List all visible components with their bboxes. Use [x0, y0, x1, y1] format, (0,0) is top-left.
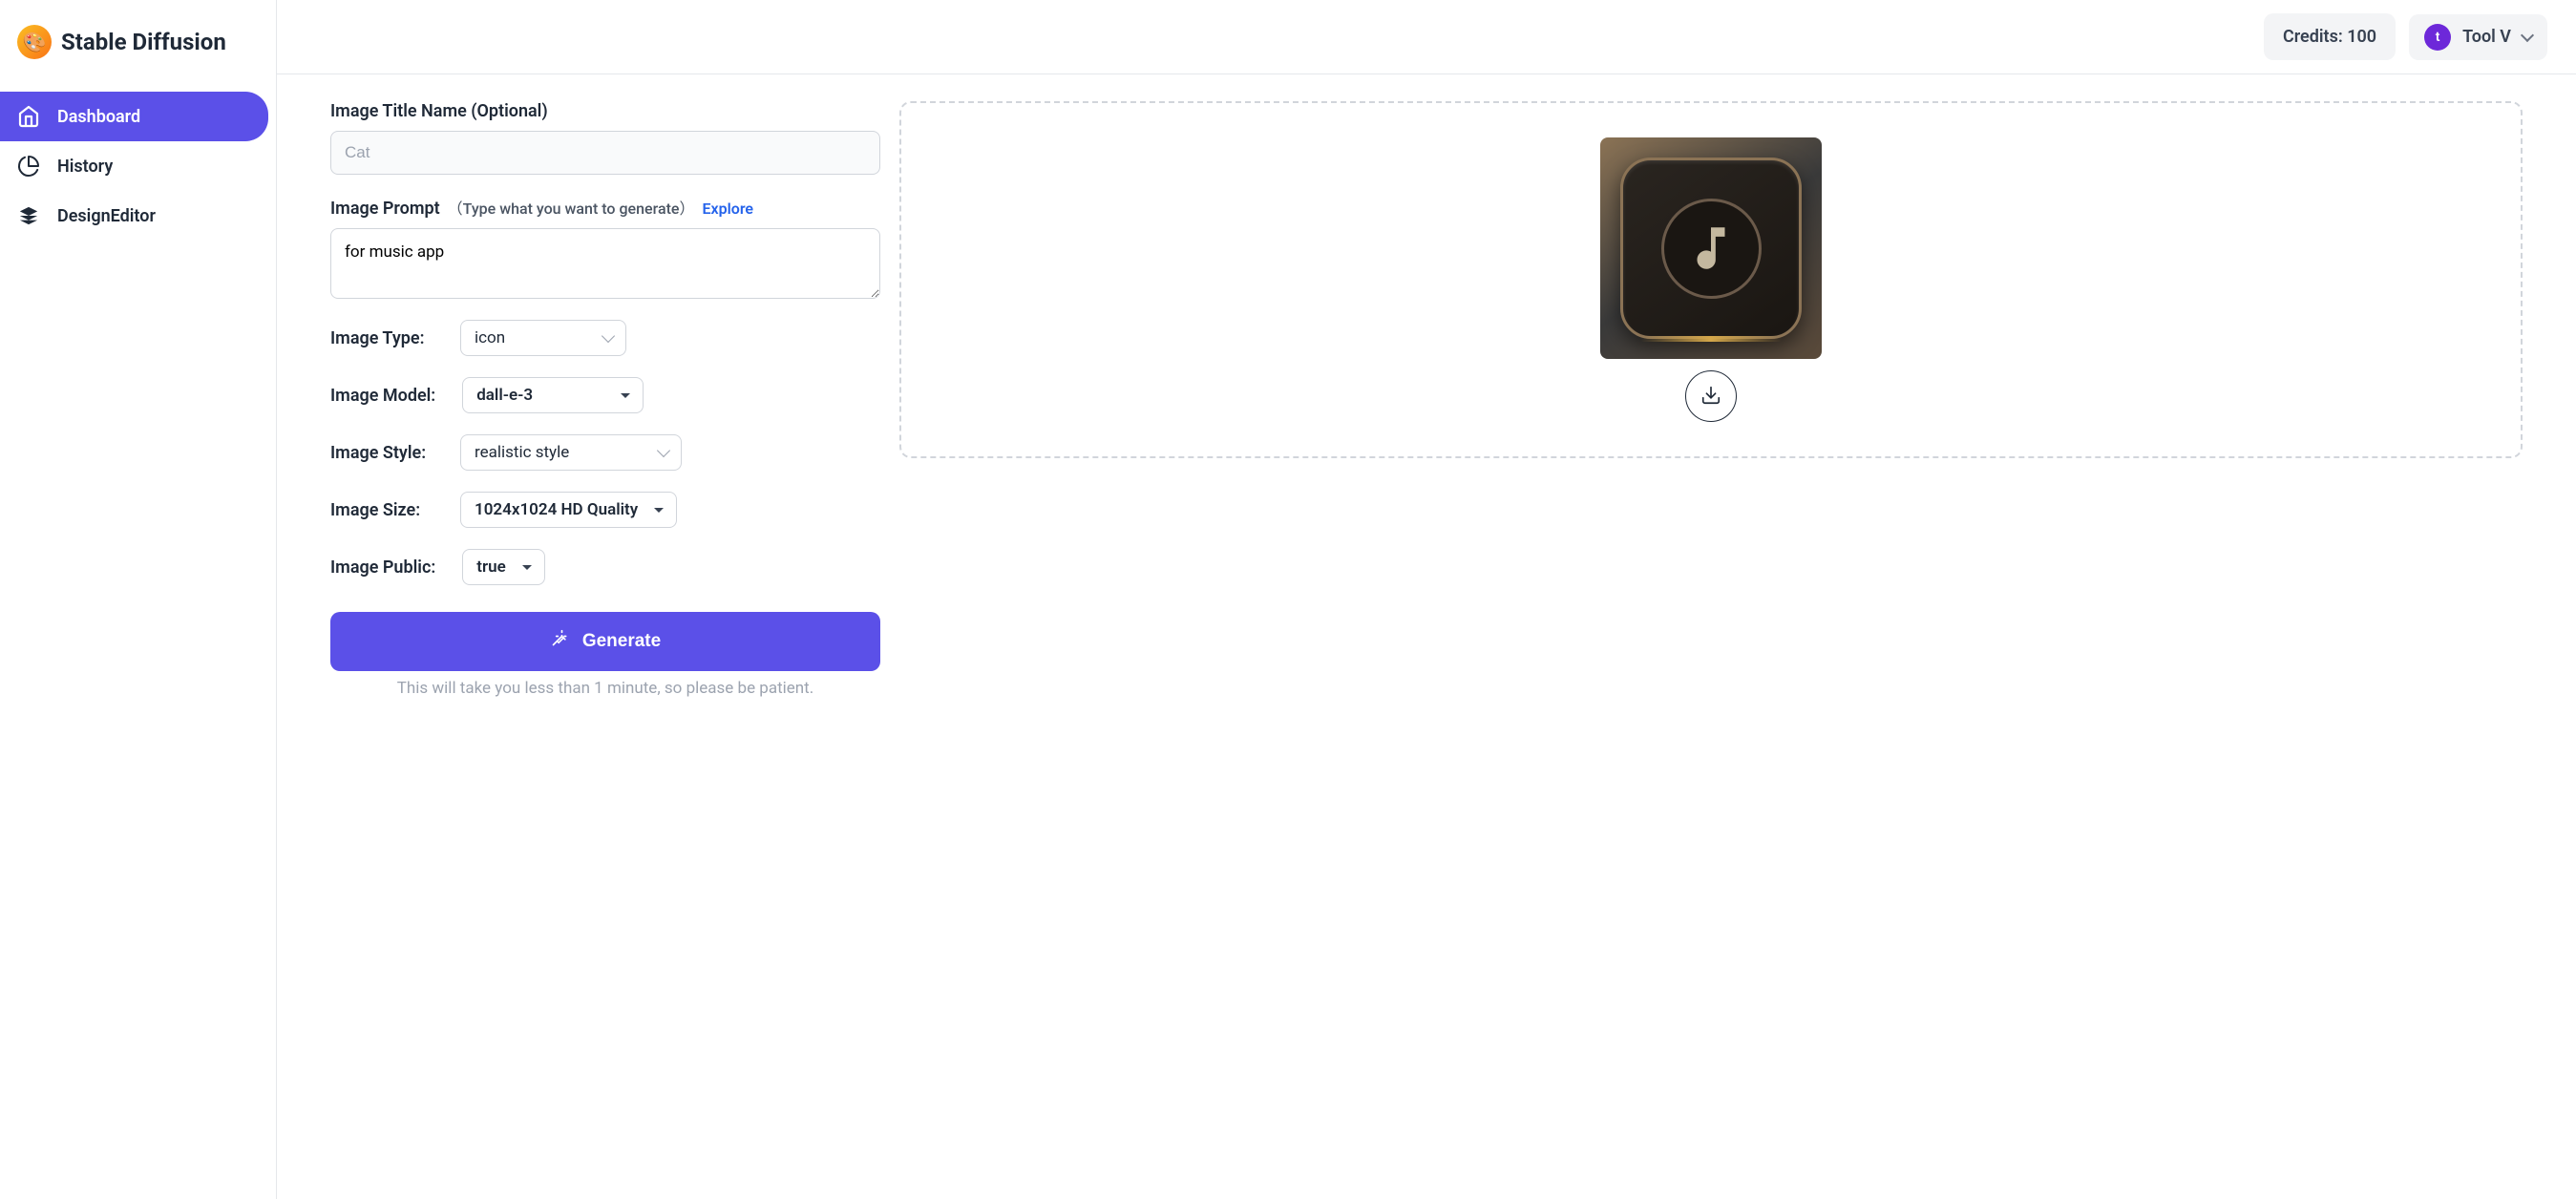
type-label: Image Type:	[330, 328, 433, 348]
sidebar-item-label: History	[57, 157, 113, 177]
size-field: Image Size: 1024x1024 HD Quality	[330, 492, 880, 528]
chevron-down-icon	[658, 447, 669, 458]
preview-box	[899, 101, 2523, 458]
app-name: Stable Diffusion	[61, 29, 226, 55]
content: Image Title Name (Optional) Image Prompt…	[277, 74, 2576, 1199]
sidebar-item-label: Dashboard	[57, 107, 140, 127]
home-icon	[17, 105, 40, 128]
prompt-hint-label: （Type what you want to generate）	[448, 196, 695, 219]
sidebar: 🎨 Stable Diffusion Dashboard History Des…	[0, 0, 277, 1199]
style-field: Image Style: realistic style	[330, 434, 880, 471]
generate-label: Generate	[582, 631, 661, 652]
user-menu[interactable]: t Tool V	[2409, 14, 2547, 60]
user-name-label: Tool V	[2462, 27, 2511, 47]
prompt-label: Image Prompt	[330, 199, 440, 219]
size-select[interactable]: 1024x1024 HD Quality	[460, 492, 677, 528]
generated-image	[1600, 137, 1822, 359]
nav: Dashboard History DesignEditor	[0, 84, 276, 248]
model-field: Image Model: dall-e-3	[330, 377, 880, 413]
explore-link[interactable]: Explore	[702, 200, 753, 218]
preview-column	[899, 101, 2523, 1172]
style-label: Image Style:	[330, 443, 433, 463]
type-select[interactable]: icon	[460, 320, 626, 356]
sidebar-item-history[interactable]: History	[0, 141, 268, 191]
title-field-group: Image Title Name (Optional)	[330, 101, 880, 175]
model-label: Image Model:	[330, 386, 435, 406]
public-label: Image Public:	[330, 557, 435, 578]
public-field: Image Public: true	[330, 549, 880, 585]
sidebar-item-label: DesignEditor	[57, 206, 156, 226]
logo-area: 🎨 Stable Diffusion	[0, 0, 276, 84]
magic-wand-icon	[550, 629, 569, 654]
app-logo-icon: 🎨	[17, 25, 52, 59]
public-select[interactable]: true	[462, 549, 544, 585]
caret-down-icon	[620, 389, 631, 401]
size-value: 1024x1024 HD Quality	[475, 500, 638, 519]
chevron-down-icon	[602, 332, 614, 344]
sidebar-item-designeditor[interactable]: DesignEditor	[0, 191, 268, 241]
type-field: Image Type: icon	[330, 320, 880, 356]
generate-hint: This will take you less than 1 minute, s…	[330, 679, 880, 698]
design-icon	[17, 204, 40, 227]
type-value: icon	[475, 328, 505, 347]
sidebar-item-dashboard[interactable]: Dashboard	[0, 92, 268, 141]
title-label: Image Title Name (Optional)	[330, 101, 880, 121]
generate-button[interactable]: Generate	[330, 612, 880, 671]
public-value: true	[476, 557, 505, 577]
avatar: t	[2424, 24, 2451, 51]
model-select[interactable]: dall-e-3	[462, 377, 644, 413]
download-button[interactable]	[1685, 370, 1737, 422]
main: Credits: 100 t Tool V Image Title Name (…	[277, 0, 2576, 1199]
topbar: Credits: 100 t Tool V	[277, 0, 2576, 74]
prompt-field-group: Image Prompt （Type what you want to gene…	[330, 196, 880, 299]
model-value: dall-e-3	[476, 386, 533, 405]
size-label: Image Size:	[330, 500, 433, 520]
download-icon	[1700, 385, 1721, 409]
form-column: Image Title Name (Optional) Image Prompt…	[330, 101, 880, 1172]
caret-down-icon	[653, 504, 665, 515]
prompt-input[interactable]	[330, 228, 880, 299]
style-value: realistic style	[475, 443, 569, 462]
chevron-down-icon	[2523, 34, 2532, 40]
credits-display: Credits: 100	[2264, 13, 2396, 60]
title-input[interactable]	[330, 131, 880, 175]
caret-down-icon	[521, 561, 533, 573]
pie-chart-icon	[17, 155, 40, 178]
prompt-label-row: Image Prompt （Type what you want to gene…	[330, 196, 880, 219]
style-select[interactable]: realistic style	[460, 434, 682, 471]
